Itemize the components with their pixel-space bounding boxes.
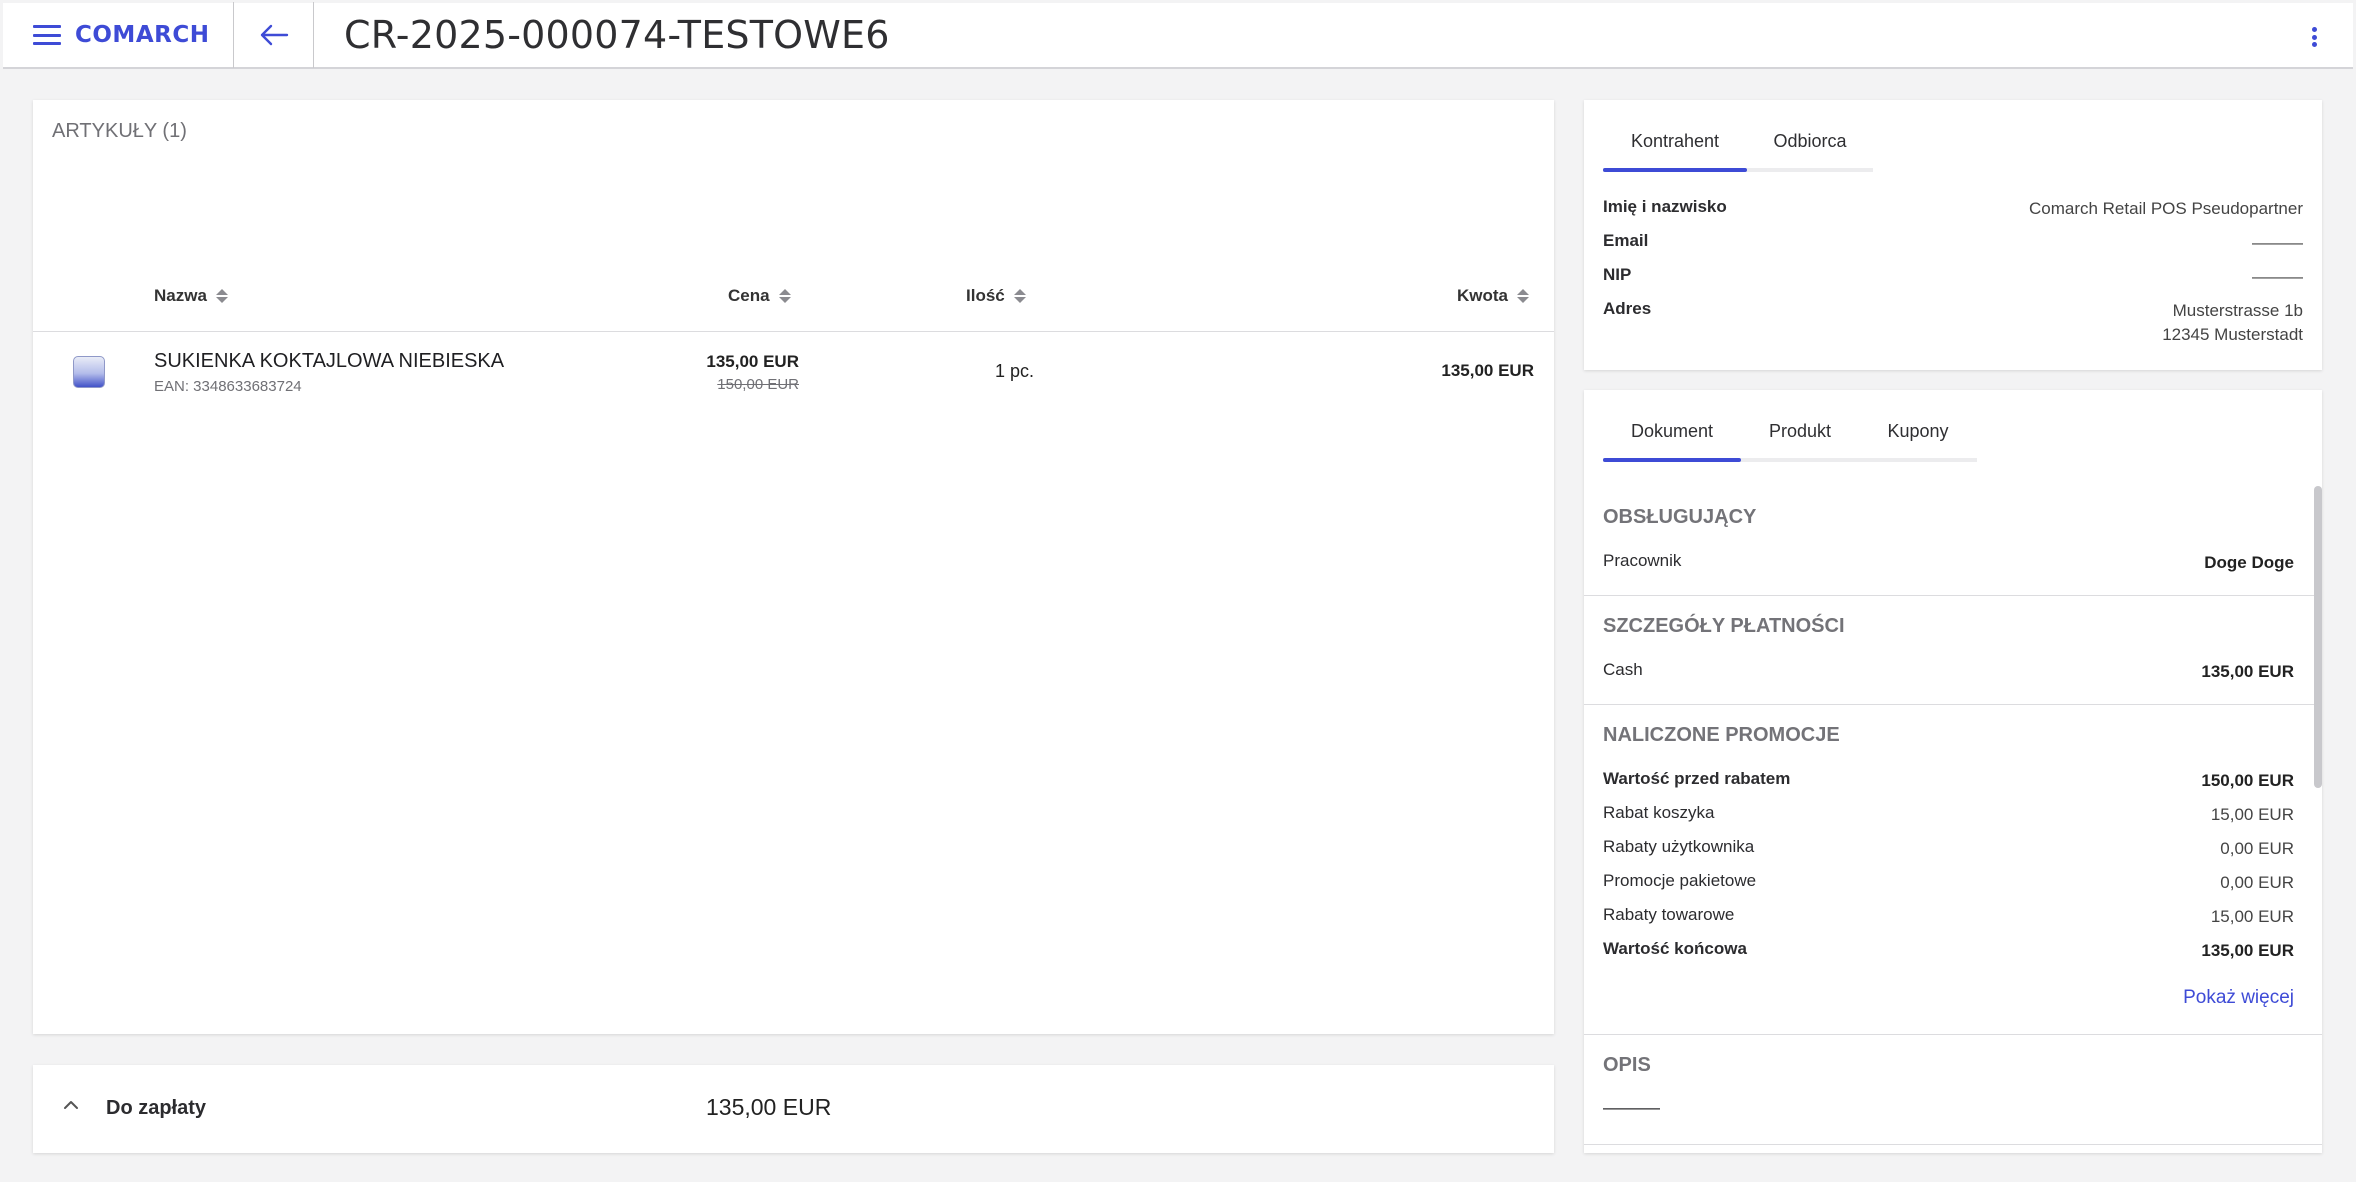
field-value: 0,00 EUR xyxy=(2220,839,2294,858)
field-label: Promocje pakietowe xyxy=(1603,871,1757,890)
tab-document[interactable]: Dokument xyxy=(1603,390,1741,462)
promotion-row: Promocje pakietowe 0,00 EUR xyxy=(1603,871,2294,895)
field-label: Wartość końcowa xyxy=(1603,939,1747,958)
address-line: Musterstrasse 1b xyxy=(2172,301,2303,320)
column-header-amount[interactable]: Kwota xyxy=(1457,286,1529,306)
chevron-up-icon xyxy=(64,1101,78,1109)
field-value: Doge Doge xyxy=(2204,553,2294,572)
more-vertical-icon[interactable] xyxy=(2312,27,2318,47)
description-row: ——— xyxy=(1603,1098,2294,1120)
staff-title: OBSŁUGUJĄCY xyxy=(1603,506,1757,528)
partner-field-address: Adres Musterstrasse 1b 12345 Musterstadt xyxy=(1603,299,2303,347)
item-ean: EAN: 3348633683724 xyxy=(154,378,302,395)
page-title: CR-2025-000074-TESTOWE6 xyxy=(344,13,890,57)
payment-label: Do zapłaty xyxy=(106,1097,207,1119)
payment-details-row: Cash 135,00 EUR xyxy=(1603,660,2294,684)
item-amount: 135,00 EUR xyxy=(1441,361,1534,380)
tab-coupons[interactable]: Kupony xyxy=(1859,390,1977,458)
tab-recipient[interactable]: Odbiorca xyxy=(1747,100,1873,168)
field-label: Cash xyxy=(1603,660,1643,679)
partner-field-name: Imię i nazwisko Comarch Retail POS Pseud… xyxy=(1603,197,2303,221)
item-quantity: 1 pc. xyxy=(995,361,1035,381)
scrollbar[interactable] xyxy=(2314,486,2322,788)
field-label: Imię i nazwisko xyxy=(1603,197,1727,216)
logo: COMARCH xyxy=(75,22,210,48)
payment-summary: Do zapłaty 135,00 EUR xyxy=(33,1065,1554,1153)
partner-field-nip: NIP ——— xyxy=(1603,265,2303,289)
divider xyxy=(1584,595,2322,596)
column-header-label: Nazwa xyxy=(154,286,207,305)
promotion-row: Rabat koszyka 15,00 EUR xyxy=(1603,803,2294,827)
arrow-left-icon xyxy=(260,24,288,46)
partner-card: Kontrahent Odbiorca Imię i nazwisko Coma… xyxy=(1584,100,2322,370)
expand-payment-button[interactable] xyxy=(63,1097,79,1118)
field-label: Rabat koszyka xyxy=(1603,803,1715,822)
partner-tabs: Kontrahent Odbiorca xyxy=(1603,100,1873,172)
promotion-row: Rabaty towarowe 15,00 EUR xyxy=(1603,905,2294,929)
field-value: 15,00 EUR xyxy=(2210,805,2294,824)
field-label: Rabaty towarowe xyxy=(1603,905,1735,924)
address-line: 12345 Musterstadt xyxy=(2162,325,2303,344)
field-label: Adres xyxy=(1603,299,1652,318)
column-header-quantity[interactable]: Ilość xyxy=(966,286,1026,306)
field-value: 135,00 EUR xyxy=(2201,662,2294,681)
promotion-row: Wartość końcowa 135,00 EUR xyxy=(1603,939,2294,963)
field-value: ——— xyxy=(2252,267,2303,286)
column-header-label: Cena xyxy=(728,286,770,305)
column-header-price[interactable]: Cena xyxy=(728,286,791,306)
field-value: 0,00 EUR xyxy=(2220,873,2294,892)
field-value: 150,00 EUR xyxy=(2201,771,2294,790)
field-label: Email xyxy=(1603,231,1649,250)
menu-icon[interactable] xyxy=(33,25,61,45)
sort-icon xyxy=(1517,289,1529,303)
promotion-row: Rabaty użytkownika 0,00 EUR xyxy=(1603,837,2294,861)
column-header-label: Ilość xyxy=(966,286,1005,305)
divider xyxy=(1584,1034,2322,1035)
description-title: OPIS xyxy=(1603,1054,1651,1076)
show-more-link[interactable]: Pokaż więcej xyxy=(2183,987,2294,1009)
articles-title: ARTYKUŁY (1) xyxy=(52,120,187,142)
product-image-icon xyxy=(73,356,105,388)
promotions-title: NALICZONE PROMOCJE xyxy=(1603,724,1840,746)
brand: COMARCH xyxy=(3,2,234,68)
field-value: Comarch Retail POS Pseudopartner xyxy=(2028,199,2303,218)
description-value: ——— xyxy=(1603,1098,1660,1119)
field-value: Musterstrasse 1b 12345 Musterstadt xyxy=(2162,299,2303,347)
field-value: ——— xyxy=(2252,233,2303,252)
sort-icon xyxy=(215,289,228,303)
tab-product[interactable]: Produkt xyxy=(1741,390,1859,458)
field-label: Wartość przed rabatem xyxy=(1603,769,1791,788)
field-label: Rabaty użytkownika xyxy=(1603,837,1755,856)
document-tabs: Dokument Produkt Kupony xyxy=(1603,390,1977,462)
item-name: SUKIENKA KOKTAJLOWA NIEBIESKA xyxy=(154,350,505,372)
field-value: 15,00 EUR xyxy=(2210,907,2294,926)
sort-icon xyxy=(778,289,791,303)
payment-details-title: SZCZEGÓŁY PŁATNOŚCI xyxy=(1603,615,1845,637)
sort-icon xyxy=(1013,289,1026,303)
table-row[interactable]: SUKIENKA KOKTAJLOWA NIEBIESKA EAN: 33486… xyxy=(33,332,1554,432)
field-label: NIP xyxy=(1603,265,1632,284)
column-header-label: Kwota xyxy=(1457,286,1508,305)
divider xyxy=(1584,704,2322,705)
column-header-name[interactable]: Nazwa xyxy=(154,286,228,306)
top-bar: COMARCH CR-2025-000074-TESTOWE6 xyxy=(3,2,2353,69)
field-value: 135,00 EUR xyxy=(2201,941,2294,960)
item-price: 135,00 EUR xyxy=(706,352,799,371)
field-label: Pracownik xyxy=(1603,551,1682,570)
payment-value: 135,00 EUR xyxy=(706,1094,832,1120)
articles-card: ARTYKUŁY (1) Nazwa Cena Ilość Kwota SUKI… xyxy=(33,100,1554,1034)
divider xyxy=(1584,1144,2322,1145)
partner-field-email: Email ——— xyxy=(1603,231,2303,255)
back-button[interactable] xyxy=(234,2,314,68)
staff-row: Pracownik Doge Doge xyxy=(1603,551,2294,575)
tab-contractor[interactable]: Kontrahent xyxy=(1603,100,1747,172)
item-price-original: 150,00 EUR xyxy=(717,376,799,393)
document-card: Dokument Produkt Kupony OBSŁUGUJĄCY Prac… xyxy=(1584,390,2322,1153)
promotion-row: Wartość przed rabatem 150,00 EUR xyxy=(1603,769,2294,793)
